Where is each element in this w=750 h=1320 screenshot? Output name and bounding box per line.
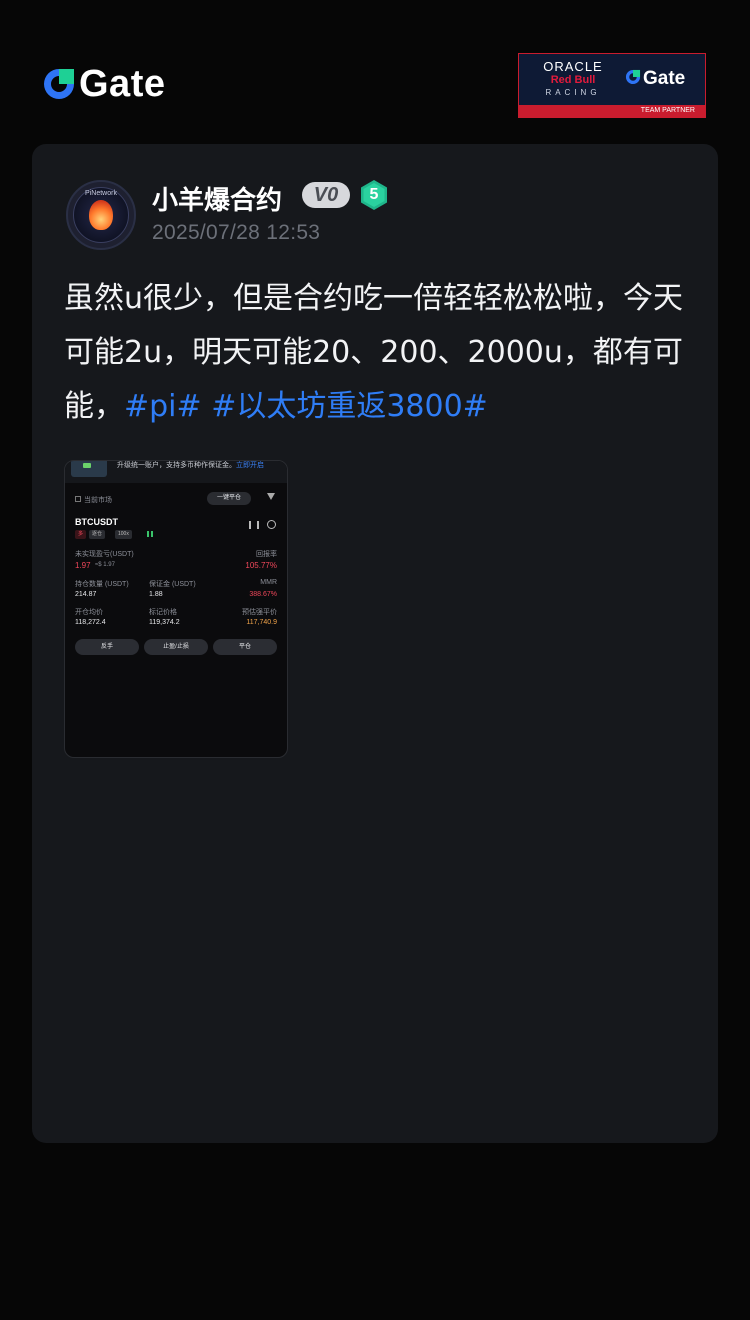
avatar[interactable]: PiNetwork xyxy=(66,180,136,250)
chart-icon xyxy=(249,521,259,529)
close-position-button: 平仓 xyxy=(213,639,277,655)
username[interactable]: 小羊爆合约 xyxy=(152,180,282,217)
racing-wordmark: RACING xyxy=(545,88,601,97)
reverse-button: 反手 xyxy=(75,639,139,655)
partner-gate-icon xyxy=(625,69,641,89)
size-label: 持仓数量 (USDT) xyxy=(75,581,129,588)
mark-price-value: 119,374.2 xyxy=(149,619,180,626)
mmr-label: MMR xyxy=(260,579,277,586)
margin-label: 保证金 (USDT) xyxy=(149,581,196,588)
entry-price-label: 开仓均价 xyxy=(75,609,103,616)
filter-icon xyxy=(267,493,275,500)
liq-price-label: 预估强平价 xyxy=(242,609,277,616)
unified-account-banner: 升级统一账户，支持多币种作保证金。立即开启 xyxy=(65,461,287,483)
hashtag-pi[interactable]: #pi# xyxy=(124,389,202,424)
level-badge: 5 xyxy=(360,179,388,211)
signal-icon xyxy=(147,531,153,537)
mark-price-label: 标记价格 xyxy=(149,609,177,616)
unrealized-label: 未实现盈亏(USDT) xyxy=(75,551,134,558)
symbol-label: BTCUSDT xyxy=(75,517,118,527)
vip-badge: V0 xyxy=(302,182,350,208)
gate-logo[interactable]: Gate xyxy=(42,62,165,106)
margin-value: 1.88 xyxy=(149,591,163,598)
side-tag: 多 xyxy=(75,530,87,539)
banner-text: 升级统一账户，支持多币种作保证金。 xyxy=(117,462,236,469)
current-market-label: 当前市场 xyxy=(84,497,112,504)
gate-logo-text: Gate xyxy=(79,62,166,105)
partner-gate-text: Gate xyxy=(643,68,686,89)
entry-price-value: 118,272.4 xyxy=(75,619,106,626)
laptop-icon xyxy=(71,461,107,477)
level-number: 5 xyxy=(369,186,379,203)
checkbox-icon xyxy=(75,496,81,502)
hashtag-eth[interactable]: #以太坊重返3800# xyxy=(211,389,488,424)
margin-mode-tag: 逐仓 xyxy=(89,530,106,539)
liq-price-value: 117,740.9 xyxy=(246,619,277,626)
roe-value: 105.77% xyxy=(245,561,277,570)
redbull-wordmark: Red Bull xyxy=(550,74,596,86)
tp-sl-button: 止盈/止损 xyxy=(144,639,208,655)
unrealized-sub: ≈$ 1.97 xyxy=(95,562,115,568)
mmr-value: 388.67% xyxy=(249,591,277,598)
share-icon xyxy=(267,520,276,529)
post-timestamp: 2025/07/28 12:53 xyxy=(152,221,321,244)
post-body: 虽然u很少，但是合约吃一倍轻轻松松啦，今天可能2u，明天可能20、200、200… xyxy=(64,272,694,434)
post-card: PiNetwork 小羊爆合约 V0 5 2025/07/28 12:53 虽然… xyxy=(32,144,718,1143)
flame-icon xyxy=(89,200,113,230)
roe-label: 回报率 xyxy=(256,551,277,558)
close-all-button: 一键平仓 xyxy=(207,492,251,505)
app-header: Gate ORACLE Red Bull RACING Gate TEAM PA… xyxy=(0,0,750,140)
gate-logo-icon xyxy=(42,67,76,101)
leverage-tag: 100x xyxy=(115,530,132,539)
unrealized-value: 1.97 xyxy=(75,561,91,570)
banner-link: 立即开启 xyxy=(236,462,264,469)
post-image[interactable]: 升级统一账户，支持多币种作保证金。立即开启 当前市场 一键平仓 BTCUSDT … xyxy=(64,460,288,758)
team-partner-banner[interactable]: ORACLE Red Bull RACING Gate TEAM PARTNER xyxy=(518,53,706,118)
avatar-text: PiNetwork xyxy=(85,190,117,197)
team-partner-label: TEAM PARTNER xyxy=(519,105,705,117)
size-value: 214.87 xyxy=(75,591,97,598)
oracle-wordmark: ORACLE xyxy=(543,59,603,74)
